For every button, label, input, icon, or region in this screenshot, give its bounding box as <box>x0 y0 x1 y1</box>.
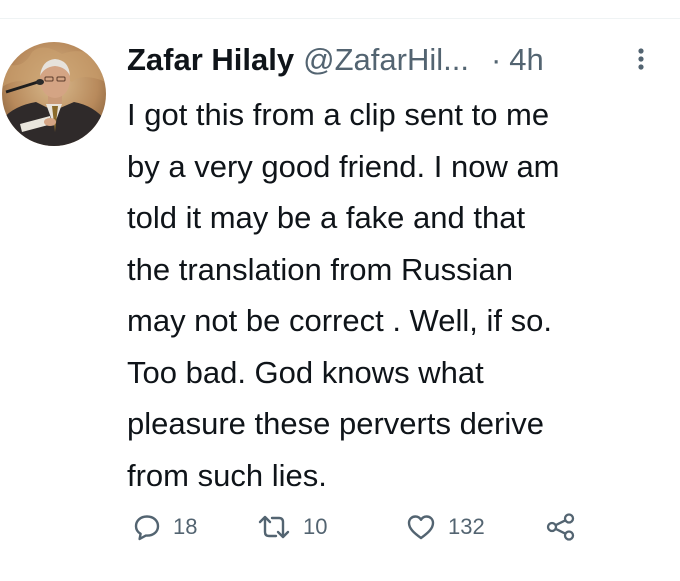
tweet-text-line: the translation from Russian <box>127 251 513 287</box>
tweet-text-line: by a very good friend. I now am <box>127 148 560 184</box>
reply-count: 18 <box>173 514 198 539</box>
tweet-text: I got this from a clip sent to me by a v… <box>127 89 672 501</box>
heart-icon <box>407 515 435 540</box>
retweet-count: 10 <box>303 514 328 539</box>
tweet-text-line: I got this from a clip sent to me <box>127 97 550 132</box>
share-button[interactable] <box>545 510 577 544</box>
tweet-text-line: told it may be a fake and that <box>127 200 526 235</box>
more-options-icon[interactable] <box>637 47 645 71</box>
retweet-icon <box>258 515 290 539</box>
like-button[interactable]: 132 <box>406 510 485 544</box>
retweet-button[interactable]: 10 <box>257 510 327 544</box>
top-divider <box>0 18 680 19</box>
reply-icon <box>134 515 160 541</box>
share-icon <box>546 513 575 541</box>
like-count: 132 <box>448 514 485 539</box>
tweet-text-line: Too bad. God knows what <box>127 354 484 390</box>
action-bar: 18 10 132 <box>0 510 680 544</box>
tweet-text-line: may not be correct . Well, if so. <box>127 303 552 338</box>
reply-button[interactable]: 18 <box>133 510 197 544</box>
avatar[interactable] <box>2 42 106 146</box>
separator-dot: · <box>490 42 502 77</box>
tweet-text-line: pleasure these perverts derive <box>127 406 545 441</box>
tweet-text-line: from such lies. <box>127 457 327 493</box>
timestamp[interactable]: 4h <box>509 38 543 82</box>
tweet-header: Zafar Hilaly @ZafarHil... · 4h <box>127 38 667 82</box>
author-handle[interactable]: @ZafarHil... <box>303 38 469 82</box>
author-display-name[interactable]: Zafar Hilaly <box>127 38 294 82</box>
